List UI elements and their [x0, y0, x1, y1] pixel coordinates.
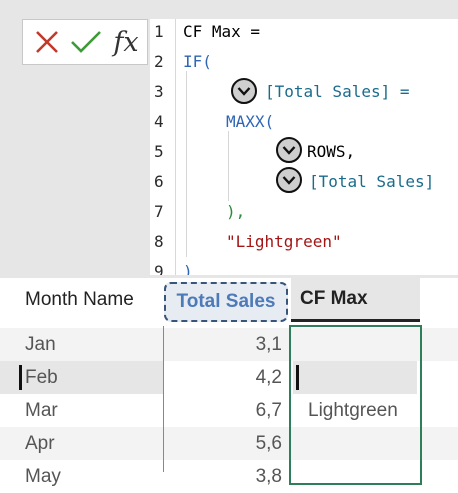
sales-cell: 6,7	[255, 399, 282, 421]
month-cell: Feb	[25, 366, 58, 388]
code-line-8: "Lightgreen"	[226, 232, 342, 251]
collapse-toggle[interactable]	[276, 167, 302, 193]
month-cell: Apr	[25, 432, 55, 454]
formula-buttons: fx	[22, 19, 148, 65]
sales-cell: 5,6	[255, 432, 282, 454]
month-cell: Mar	[25, 399, 58, 421]
collapse-toggle[interactable]	[231, 78, 257, 104]
column-header-cf-max[interactable]: CF Max	[291, 278, 420, 322]
code-line-5: ROWS,	[307, 142, 356, 161]
indent-guide	[228, 131, 229, 201]
chevron-down-icon	[237, 87, 251, 96]
code-line-4: MAXX(	[226, 112, 275, 131]
line-number: 9	[154, 262, 164, 275]
fx-button[interactable]: fx	[107, 20, 145, 64]
code-line-2: IF(	[183, 52, 212, 71]
line-number: 6	[154, 172, 164, 191]
sales-cell: 4,2	[255, 366, 282, 388]
line-number: 7	[154, 202, 164, 221]
line-number: 5	[154, 142, 164, 161]
sales-cell: 3,1	[255, 333, 282, 355]
line-number: 8	[154, 232, 164, 251]
fx-label: fx	[113, 26, 139, 58]
line-number: 4	[154, 112, 164, 131]
line-number: 1	[154, 22, 164, 41]
formula-editor[interactable]: 1 2 3 4 5 6 7 8 9 CF Max = IF( [Total Sa…	[150, 19, 458, 275]
code-line-3: [Total Sales] =	[265, 82, 410, 101]
checkmark-icon	[71, 31, 101, 53]
column-header-total-sales[interactable]: Total Sales	[164, 282, 288, 322]
code-line-7: ),	[226, 202, 246, 221]
sales-cell: 3,8	[255, 465, 282, 487]
line-number: 2	[154, 52, 164, 71]
chevron-down-icon	[282, 176, 296, 185]
column-header-month-name[interactable]: Month Name	[25, 278, 165, 322]
month-cell: Jan	[25, 333, 56, 355]
cf-max-column-highlight	[289, 325, 422, 485]
cancel-x-icon	[36, 31, 58, 53]
code-line-6: [Total Sales]	[309, 172, 435, 191]
indent-guide	[186, 71, 187, 257]
column-divider	[163, 326, 164, 472]
chevron-down-icon	[282, 146, 296, 155]
cancel-button[interactable]	[29, 20, 65, 64]
row-selection-marker	[19, 365, 22, 390]
month-cell: May	[25, 465, 61, 487]
table-visual: Month Name Total Sales CF Max Jan 3,1 Fe…	[0, 278, 458, 493]
commit-button[interactable]	[67, 20, 105, 64]
line-number: 3	[154, 82, 164, 101]
code-line-1: CF Max =	[183, 22, 261, 41]
collapse-toggle[interactable]	[276, 137, 302, 163]
code-line-9: )	[183, 262, 193, 275]
